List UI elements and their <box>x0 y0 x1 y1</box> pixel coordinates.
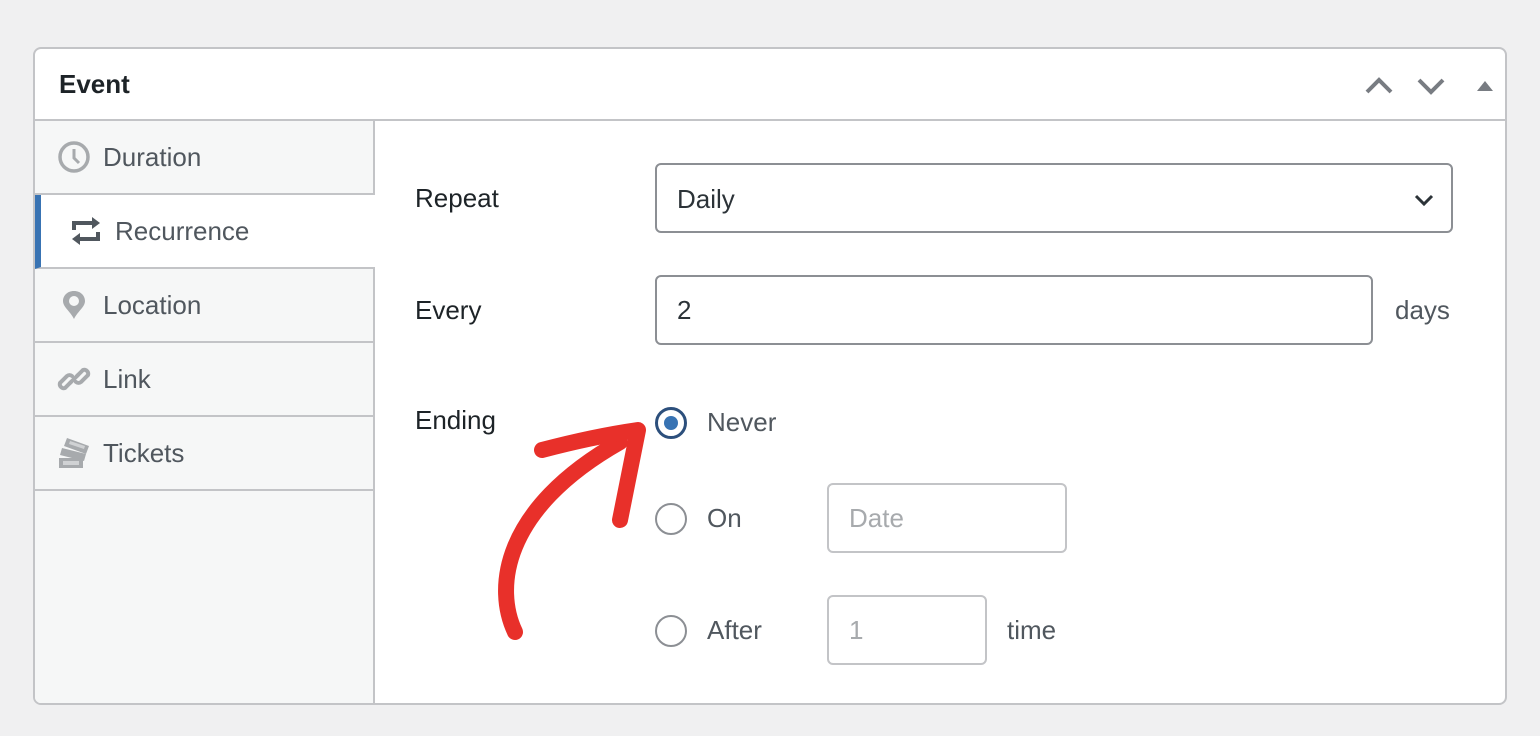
ending-date-input[interactable] <box>827 483 1067 553</box>
tickets-icon <box>57 436 91 470</box>
repeat-icon <box>69 214 103 248</box>
event-panel: Event Duration Recurrence Location Link … <box>33 47 1507 705</box>
every-label: Every <box>415 295 482 325</box>
repeat-select-value: Daily <box>677 184 735 214</box>
move-up-button[interactable] <box>1361 71 1397 101</box>
chevron-up-icon <box>1365 77 1393 94</box>
tab-recurrence[interactable]: Recurrence <box>35 195 375 269</box>
tab-duration[interactable]: Duration <box>35 121 373 195</box>
panel-header: Event <box>35 49 1505 121</box>
ending-after-radio[interactable] <box>655 615 687 647</box>
move-down-button[interactable] <box>1413 71 1449 101</box>
ending-after-label: After <box>707 615 762 645</box>
every-suffix: days <box>1395 295 1450 325</box>
ending-on-radio[interactable] <box>655 503 687 535</box>
recurrence-content: Repeat Daily Every days Ending Never On … <box>375 121 1505 703</box>
sidebar: Duration Recurrence Location Link Ticket… <box>35 121 375 703</box>
link-icon <box>57 362 91 396</box>
chevron-down-icon <box>1414 194 1434 207</box>
tab-label: Recurrence <box>115 215 250 246</box>
ending-label: Ending <box>415 405 496 435</box>
repeat-select[interactable]: Daily <box>655 163 1453 233</box>
tab-label: Location <box>103 289 202 320</box>
clock-icon <box>57 140 91 174</box>
tab-label: Duration <box>103 141 202 172</box>
tab-location[interactable]: Location <box>35 269 373 343</box>
ending-on-label: On <box>707 503 742 533</box>
every-input[interactable] <box>655 275 1373 345</box>
tab-tickets[interactable]: Tickets <box>35 417 373 491</box>
repeat-label: Repeat <box>415 183 499 213</box>
toggle-panel-button[interactable] <box>1467 71 1503 101</box>
tab-label: Tickets <box>103 437 185 468</box>
triangle-up-icon <box>1477 81 1493 91</box>
ending-after-count-input[interactable] <box>827 595 987 665</box>
location-pin-icon <box>57 288 91 322</box>
tab-label: Link <box>103 363 151 394</box>
ending-after-suffix: time <box>1007 615 1057 645</box>
panel-title: Event <box>59 69 130 99</box>
ending-never-radio[interactable] <box>655 407 687 439</box>
chevron-down-icon <box>1417 78 1445 95</box>
ending-never-label: Never <box>707 407 777 437</box>
tab-link[interactable]: Link <box>35 343 373 417</box>
